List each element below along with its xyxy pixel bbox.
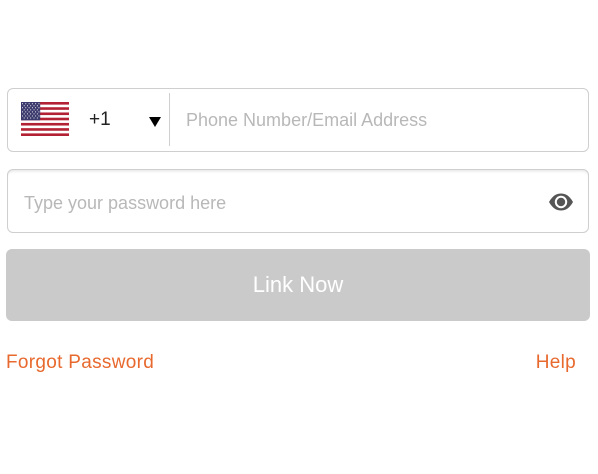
link-now-button[interactable]: Link Now bbox=[6, 249, 590, 321]
password-input[interactable] bbox=[24, 191, 524, 215]
help-link[interactable]: Help bbox=[536, 352, 576, 374]
caret-down-icon[interactable] bbox=[149, 117, 161, 127]
country-code-label: +1 bbox=[89, 109, 111, 130]
field-divider bbox=[169, 93, 170, 146]
eye-icon[interactable] bbox=[548, 192, 574, 212]
us-flag-icon bbox=[21, 102, 69, 136]
phone-email-input[interactable] bbox=[186, 108, 576, 132]
phone-email-field: +1 bbox=[7, 88, 589, 152]
country-code-picker[interactable]: +1 bbox=[8, 89, 169, 151]
forgot-password-link[interactable]: Forgot Password bbox=[6, 352, 154, 374]
password-field bbox=[7, 169, 589, 233]
